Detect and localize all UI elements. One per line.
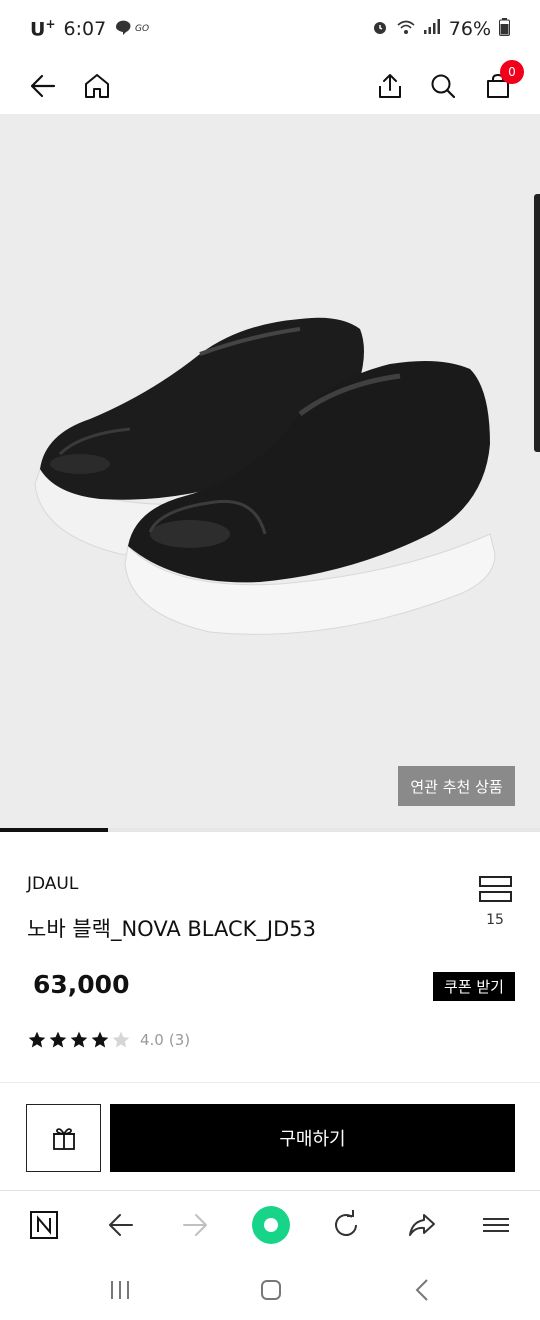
coupon-button[interactable]: 쿠폰 받기 (433, 972, 515, 1001)
review-count: (3) (168, 1031, 191, 1049)
rating[interactable]: 4.0 (3) (27, 1030, 190, 1050)
product-image[interactable]: 연관 추천 상품 (0, 114, 540, 828)
recent-apps-icon[interactable] (102, 1272, 138, 1308)
brand-name[interactable]: JDAUL (27, 874, 78, 894)
cart-count-badge: 0 (500, 60, 524, 84)
signal-icon (423, 18, 441, 40)
slide-progress-bar (0, 828, 108, 832)
carrier-label: U+ (30, 17, 56, 41)
shoe-image (34, 317, 496, 635)
browser-home-icon[interactable] (251, 1205, 291, 1245)
scroll-indicator (534, 194, 540, 452)
app-header: 0 (0, 58, 540, 114)
browser-forward-icon[interactable] (176, 1205, 216, 1245)
browser-back-icon[interactable] (100, 1205, 140, 1245)
status-bar: U+ 6:07 GO 76% (0, 0, 540, 58)
list-count: 15 (486, 912, 504, 928)
star-icon (91, 1031, 109, 1048)
star-icon (49, 1031, 67, 1048)
talk-icon: GO (114, 18, 156, 40)
battery-percent: 76% (448, 18, 491, 40)
share-arrow-icon[interactable] (402, 1205, 442, 1245)
star-icon (112, 1031, 130, 1048)
star-icon (70, 1031, 88, 1048)
related-products-button[interactable]: 연관 추천 상품 (398, 766, 515, 806)
list-view-toggle[interactable]: 15 (478, 876, 512, 928)
home-button-icon[interactable] (253, 1272, 289, 1308)
battery-icon (499, 18, 510, 40)
alarm-icon (371, 18, 389, 40)
cart-icon[interactable]: 0 (478, 60, 524, 106)
clock: 6:07 (63, 17, 107, 40)
menu-icon[interactable] (476, 1205, 516, 1245)
star-icon (28, 1031, 46, 1048)
svg-text:GO: GO (135, 24, 149, 34)
gift-button[interactable] (26, 1104, 101, 1172)
wifi-icon (397, 18, 415, 40)
home-icon[interactable] (77, 66, 117, 106)
rating-stars (27, 1030, 132, 1050)
back-arrow-icon[interactable] (22, 66, 62, 106)
share-icon[interactable] (370, 66, 410, 106)
search-icon[interactable] (423, 66, 463, 106)
buy-button[interactable]: 구매하기 (110, 1104, 515, 1172)
list-view-icon (478, 876, 512, 887)
refresh-icon[interactable] (326, 1205, 366, 1245)
rating-value: 4.0 (140, 1031, 164, 1049)
divider (0, 1082, 540, 1083)
image-slide-progress (0, 828, 540, 832)
gift-icon (52, 1128, 75, 1150)
naver-n-icon[interactable] (24, 1205, 64, 1245)
system-navigation (0, 1258, 540, 1320)
list-view-icon-part (478, 891, 512, 902)
system-back-icon[interactable] (405, 1272, 441, 1308)
browser-toolbar (0, 1190, 540, 1258)
product-price: 63,000 (33, 970, 130, 999)
product-name: 노바 블랙_NOVA BLACK_JD53 (27, 917, 316, 941)
